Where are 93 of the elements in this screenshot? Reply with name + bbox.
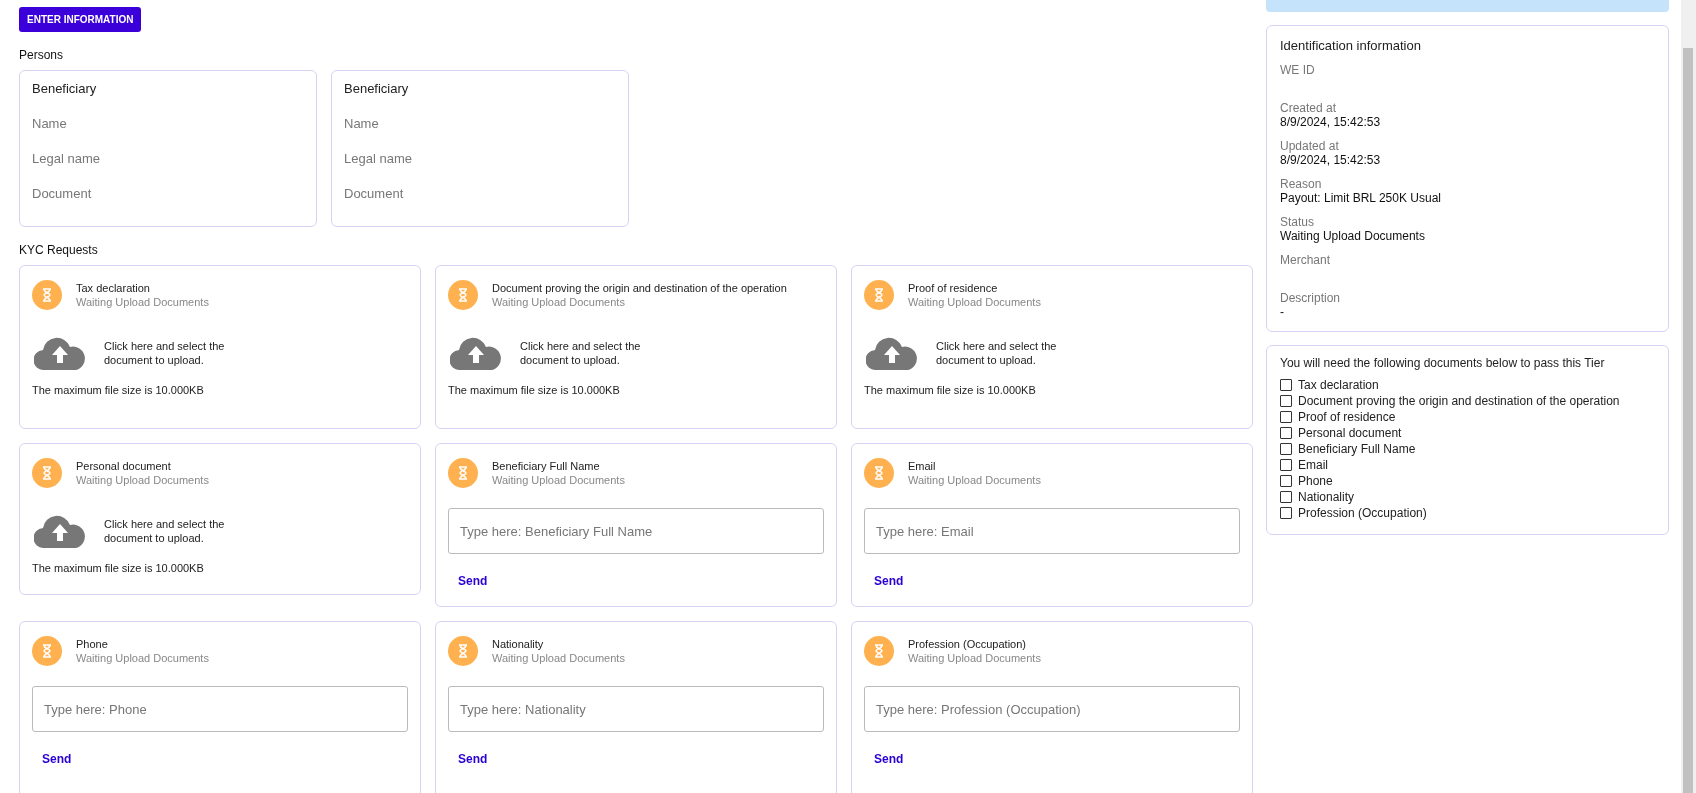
- hourglass-icon: [864, 636, 894, 666]
- hourglass-icon: [448, 458, 478, 488]
- request-status: Waiting Upload Documents: [76, 474, 209, 486]
- input-field[interactable]: Type here: Beneficiary Full Name: [448, 508, 824, 554]
- checkbox[interactable]: [1280, 395, 1292, 407]
- checkbox-label: Phone: [1298, 474, 1333, 488]
- card-title: Beneficiary: [344, 81, 410, 96]
- input-field[interactable]: Type here: Phone: [32, 686, 408, 732]
- checkbox[interactable]: [1280, 459, 1292, 471]
- send-button[interactable]: Send: [866, 748, 912, 770]
- field-label: Name: [344, 116, 380, 131]
- scrollbar-thumb[interactable]: [1683, 48, 1693, 793]
- request-name: Tax declaration: [76, 282, 151, 294]
- hourglass-icon: [32, 280, 62, 310]
- request-status: Waiting Upload Documents: [908, 296, 1041, 308]
- request-name: Personal document: [76, 460, 172, 472]
- request-name: Document proving the origin and destination of the operation: [492, 282, 787, 294]
- checkbox-label: Nationality: [1298, 490, 1355, 504]
- request-name: Nationality: [492, 638, 545, 650]
- requirements-title: You will need the following documents below to pass this Tier: [1280, 356, 1606, 370]
- hourglass-icon: [32, 636, 62, 666]
- file-size-note: The maximum file size is 10.000KB: [864, 384, 1037, 396]
- checkbox-label: Profession (Occupation): [1298, 506, 1427, 520]
- info-label: Updated at: [1280, 139, 1340, 153]
- checkbox[interactable]: [1280, 427, 1292, 439]
- request-status: Waiting Upload Documents: [908, 652, 1041, 664]
- info-value: 8/9/2024, 15:42:53: [1280, 153, 1382, 167]
- checkbox-label: Beneficiary Full Name: [1298, 442, 1416, 456]
- checkbox[interactable]: [1280, 475, 1292, 487]
- file-size-note: The maximum file size is 10.000KB: [32, 562, 205, 574]
- request-name: Beneficiary Full Name: [492, 460, 601, 472]
- info-label: Reason: [1280, 177, 1323, 191]
- cloud-upload-icon[interactable]: [34, 514, 86, 548]
- info-label: Description: [1280, 291, 1342, 305]
- request-status: Waiting Upload Documents: [76, 652, 209, 664]
- request-name: Profession (Occupation): [908, 638, 1027, 650]
- field-label: Document: [344, 186, 405, 201]
- request-name: Proof of residence: [908, 282, 999, 294]
- request-status: Waiting Upload Documents: [908, 474, 1041, 486]
- info-label: Merchant: [1280, 253, 1332, 267]
- upload-instructions[interactable]: Click here and select the document to upload.: [104, 339, 234, 367]
- card-title: Identification information: [1280, 38, 1422, 53]
- field-label: Legal name: [32, 151, 101, 166]
- checkbox-label: Personal document: [1298, 426, 1402, 440]
- upload-instructions[interactable]: Click here and select the document to upload.: [520, 339, 650, 367]
- field-label: Legal name: [344, 151, 413, 166]
- field-label: Document: [32, 186, 93, 201]
- info-label: Created at: [1280, 101, 1338, 115]
- request-name: Email: [908, 460, 937, 472]
- info-value: -: [1280, 305, 1285, 319]
- file-size-note: The maximum file size is 10.000KB: [448, 384, 621, 396]
- cloud-upload-icon[interactable]: [34, 336, 86, 370]
- request-status: Waiting Upload Documents: [492, 652, 625, 664]
- enter-information-button[interactable]: ENTER INFORMATION: [19, 7, 142, 32]
- request-status: Waiting Upload Documents: [76, 296, 209, 308]
- info-label: Status: [1280, 215, 1316, 229]
- request-name: Phone: [76, 638, 109, 650]
- checkbox-label: Email: [1298, 458, 1328, 472]
- input-field[interactable]: Type here: Profession (Occupation): [864, 686, 1240, 732]
- input-field[interactable]: Type here: Email: [864, 508, 1240, 554]
- send-button[interactable]: Send: [866, 570, 912, 592]
- checkbox[interactable]: [1280, 443, 1292, 455]
- send-button[interactable]: Send: [34, 748, 80, 770]
- hourglass-icon: [448, 636, 478, 666]
- section-heading: KYC Requests: [19, 243, 99, 257]
- field-label: Name: [32, 116, 68, 131]
- upload-instructions[interactable]: Click here and select the document to upload.: [104, 517, 234, 545]
- info-value: Payout: Limit BRL 250K Usual: [1280, 191, 1442, 205]
- info-value: 8/9/2024, 15:42:53: [1280, 115, 1382, 129]
- info-label: WE ID: [1280, 63, 1316, 77]
- info-value: Waiting Upload Documents: [1280, 229, 1426, 243]
- checkbox-label: Proof of residence: [1298, 410, 1396, 424]
- hourglass-icon: [32, 458, 62, 488]
- input-field[interactable]: Type here: Nationality: [448, 686, 824, 732]
- hourglass-icon: [864, 458, 894, 488]
- checkbox[interactable]: [1280, 507, 1292, 519]
- hourglass-icon: [448, 280, 478, 310]
- section-heading: Persons: [19, 48, 65, 62]
- checkbox[interactable]: [1280, 491, 1292, 503]
- checkbox-label: Document proving the origin and destination of the operation: [1298, 394, 1620, 408]
- checkbox[interactable]: [1280, 379, 1292, 391]
- send-button[interactable]: Send: [450, 570, 496, 592]
- file-size-note: The maximum file size is 10.000KB: [32, 384, 205, 396]
- cloud-upload-icon[interactable]: [866, 336, 918, 370]
- checkbox-label: Tax declaration: [1298, 378, 1379, 392]
- request-status: Waiting Upload Documents: [492, 474, 625, 486]
- request-status: Waiting Upload Documents: [492, 296, 626, 308]
- card-title: Beneficiary: [32, 81, 98, 96]
- send-button[interactable]: Send: [450, 748, 496, 770]
- upload-instructions[interactable]: Click here and select the document to upload.: [936, 339, 1066, 367]
- checkbox[interactable]: [1280, 411, 1292, 423]
- hourglass-icon: [864, 280, 894, 310]
- cloud-upload-icon[interactable]: [450, 336, 502, 370]
